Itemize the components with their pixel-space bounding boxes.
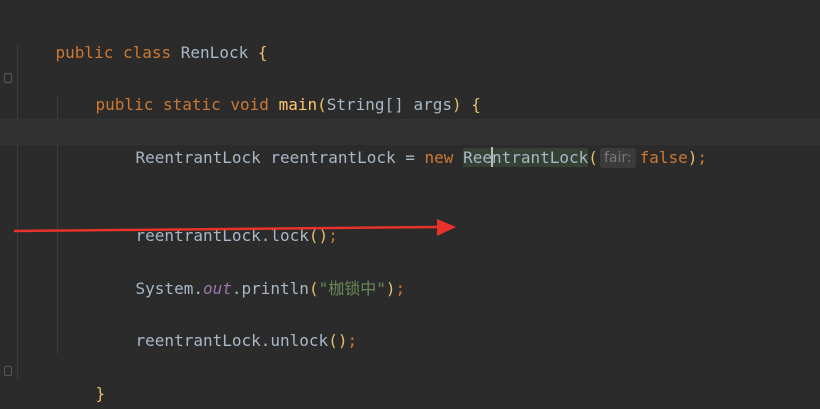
- code-editor[interactable]: public class RenLock { public static voi…: [0, 0, 820, 409]
- arrow-shaft: [13, 225, 441, 233]
- red-arrow-icon: [13, 219, 456, 236]
- arrow-head: [437, 219, 456, 236]
